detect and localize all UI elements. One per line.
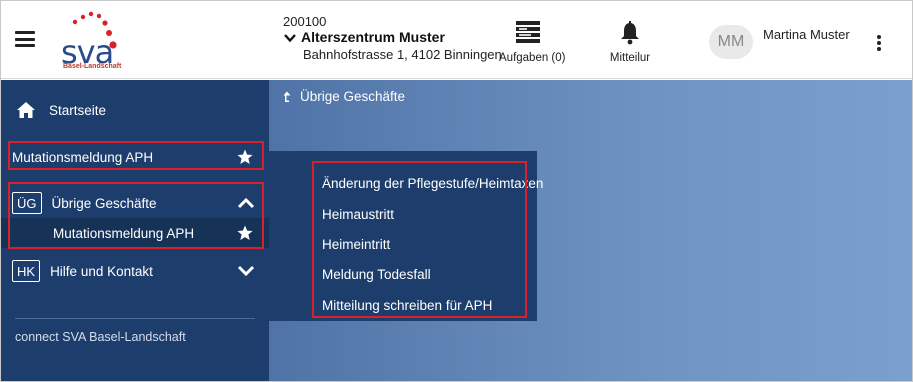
- bell-icon: [621, 21, 639, 45]
- sva-logo[interactable]: sva Basel-Landschaft: [53, 11, 143, 71]
- star-icon[interactable]: [237, 225, 253, 241]
- org-name-row[interactable]: Alterszentrum Muster: [283, 29, 502, 46]
- chevron-up-icon[interactable]: [237, 197, 255, 209]
- menu-item-mitteilung-schreiben[interactable]: Mitteilung schreiben für APH: [322, 298, 492, 313]
- sidebar-item-home[interactable]: Startseite: [1, 80, 269, 140]
- org-name: Alterszentrum Muster: [301, 29, 445, 45]
- sidebar-divider: [15, 318, 255, 319]
- submenu-panel: Änderung der Pflegestufe/Heimtaxen Heima…: [269, 151, 543, 321]
- ug-badge: ÜG: [12, 192, 42, 214]
- kebab-menu-icon[interactable]: [877, 35, 883, 53]
- sidebar: Startseite Mutationsmeldung APH ÜG Übrig…: [1, 80, 269, 381]
- ug-label: Übrige Geschäfte: [51, 195, 157, 211]
- sidebar-item-hilfe-kontakt[interactable]: HK Hilfe und Kontakt: [1, 256, 269, 286]
- menu-item-heimaustritt[interactable]: Heimaustritt: [322, 207, 394, 222]
- arrow-up-icon: [283, 91, 291, 102]
- main-content: Übrige Geschäfte Änderung der Pflegestuf…: [269, 80, 912, 381]
- chevron-down-icon[interactable]: [237, 265, 255, 277]
- org-address: Bahnhofstrasse 1, 4102 Binningen: [303, 47, 502, 62]
- menu-item-meldung-todesfall[interactable]: Meldung Todesfall: [322, 267, 431, 282]
- home-icon: [17, 102, 35, 118]
- top-header: sva Basel-Landschaft 200100 Alterszentru…: [1, 1, 912, 79]
- notifications-label: Mitteilur: [609, 52, 651, 64]
- sidebar-item-uebrige-geschaefte[interactable]: ÜG Übrige Geschäfte: [1, 188, 269, 218]
- avatar[interactable]: MM: [709, 25, 753, 59]
- chevron-down-icon[interactable]: [283, 31, 297, 45]
- tasks-button[interactable]: Aufgaben (0): [499, 21, 566, 64]
- user-name[interactable]: Martina Muster: [763, 27, 850, 42]
- organization-selector[interactable]: 200100 Alterszentrum Muster Bahnhofstras…: [283, 15, 502, 64]
- menu-item-aenderung-pflegestufe[interactable]: Änderung der Pflegestufe/Heimtaxen: [322, 176, 543, 191]
- tasks-icon: [516, 21, 540, 43]
- hk-badge: HK: [12, 260, 41, 282]
- hamburger-icon[interactable]: [15, 31, 35, 47]
- menu-item-heimeintritt[interactable]: Heimeintritt: [322, 237, 390, 252]
- sidebar-footer: connect SVA Basel-Landschaft: [15, 330, 186, 344]
- app-window: sva Basel-Landschaft 200100 Alterszentru…: [0, 0, 913, 382]
- logo-subtext: Basel-Landschaft: [63, 63, 122, 70]
- sidebar-subitem-mutationsmeldung[interactable]: Mutationsmeldung APH: [1, 218, 269, 248]
- tasks-label: Aufgaben (0): [499, 52, 566, 64]
- breadcrumb[interactable]: Übrige Geschäfte: [283, 89, 405, 104]
- favorite-label: Mutationsmeldung APH: [12, 149, 154, 165]
- org-id: 200100: [283, 14, 327, 29]
- sidebar-item-favorite-mutationsmeldung[interactable]: Mutationsmeldung APH: [1, 142, 269, 172]
- hk-label: Hilfe und Kontakt: [50, 263, 153, 279]
- breadcrumb-label: Übrige Geschäfte: [300, 89, 406, 104]
- star-icon[interactable]: [237, 149, 253, 165]
- home-label: Startseite: [49, 102, 107, 118]
- ug-sub-label: Mutationsmeldung APH: [53, 225, 195, 241]
- notifications-button[interactable]: Mitteilur: [605, 21, 655, 64]
